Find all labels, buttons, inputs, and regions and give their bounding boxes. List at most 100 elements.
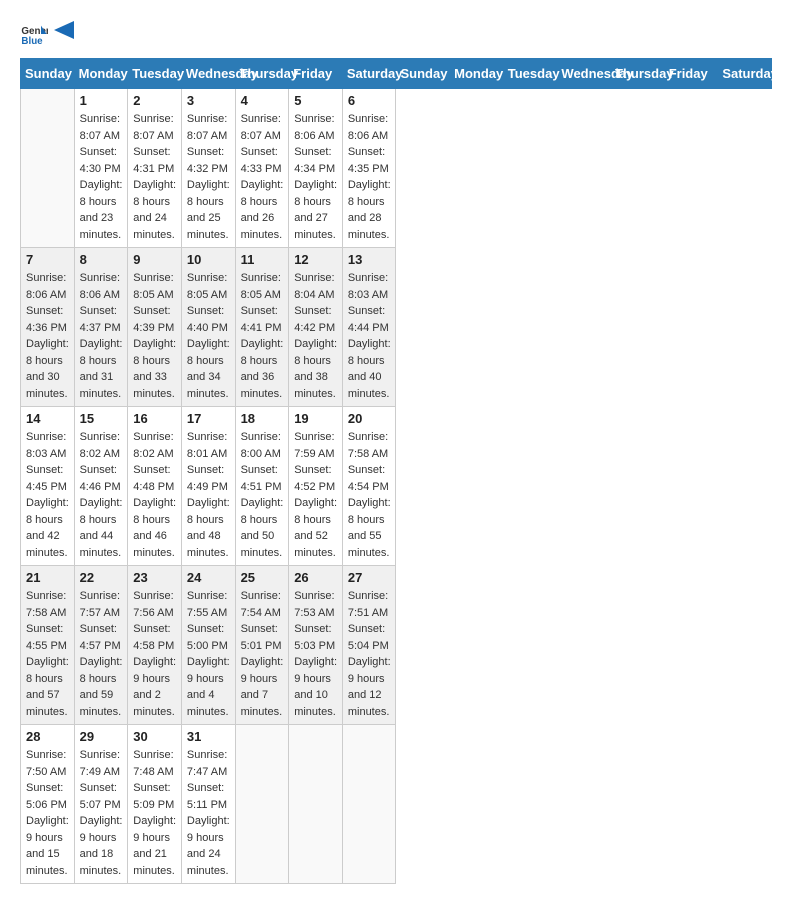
calendar-cell: 7 Sunrise: 8:06 AMSunset: 4:36 PMDaylight… xyxy=(21,248,75,407)
day-info: Sunrise: 7:59 AMSunset: 4:52 PMDaylight:… xyxy=(294,429,337,561)
calendar-cell xyxy=(21,89,75,248)
day-info: Sunrise: 8:04 AMSunset: 4:42 PMDaylight:… xyxy=(294,270,337,402)
day-number: 1 xyxy=(80,93,123,108)
day-info: Sunrise: 7:58 AMSunset: 4:55 PMDaylight:… xyxy=(26,588,69,720)
day-info: Sunrise: 7:56 AMSunset: 4:58 PMDaylight:… xyxy=(133,588,176,720)
calendar-cell: 4 Sunrise: 8:07 AMSunset: 4:33 PMDaylight… xyxy=(235,89,289,248)
calendar-cell: 22 Sunrise: 7:57 AMSunset: 4:57 PMDayligh… xyxy=(74,566,128,725)
calendar-cell: 11 Sunrise: 8:05 AMSunset: 4:41 PMDayligh… xyxy=(235,248,289,407)
day-number: 19 xyxy=(294,411,337,426)
day-number: 27 xyxy=(348,570,391,585)
calendar-cell: 29 Sunrise: 7:49 AMSunset: 5:07 PMDayligh… xyxy=(74,725,128,884)
day-number: 30 xyxy=(133,729,176,744)
week-row-5: 28Sunrise: 7:50 AMSunset: 5:06 PMDayligh… xyxy=(21,725,772,884)
calendar-cell: 28Sunrise: 7:50 AMSunset: 5:06 PMDayligh… xyxy=(21,725,75,884)
day-info: Sunrise: 8:02 AMSunset: 4:48 PMDaylight:… xyxy=(133,429,176,561)
calendar-cell: 25Sunrise: 7:54 AMSunset: 5:01 PMDayligh… xyxy=(235,566,289,725)
day-number: 18 xyxy=(241,411,284,426)
day-number: 12 xyxy=(294,252,337,267)
calendar-cell: 2Sunrise: 8:07 AMSunset: 4:31 PMDaylight… xyxy=(128,89,182,248)
calendar-cell: 19 Sunrise: 7:59 AMSunset: 4:52 PMDayligh… xyxy=(289,407,343,566)
day-number: 29 xyxy=(80,729,123,744)
day-info: Sunrise: 7:55 AMSunset: 5:00 PMDaylight:… xyxy=(187,588,230,720)
day-info: Sunrise: 7:57 AMSunset: 4:57 PMDaylight:… xyxy=(80,588,123,720)
day-info: Sunrise: 8:00 AMSunset: 4:51 PMDaylight:… xyxy=(241,429,284,561)
logo: General Blue xyxy=(20,20,74,48)
header-saturday: Saturday xyxy=(342,59,396,89)
calendar-cell: 13 Sunrise: 8:03 AMSunset: 4:44 PMDayligh… xyxy=(342,248,396,407)
day-info: Sunrise: 8:06 AMSunset: 4:34 PMDaylight:… xyxy=(294,111,337,243)
day-number: 7 xyxy=(26,252,69,267)
logo-icon: General Blue xyxy=(20,20,48,48)
day-number: 26 xyxy=(294,570,337,585)
header-wednesday: Wednesday xyxy=(181,59,235,89)
week-row-1: 1 Sunrise: 8:07 AMSunset: 4:30 PMDaylight… xyxy=(21,89,772,248)
day-info: Sunrise: 8:05 AMSunset: 4:40 PMDaylight:… xyxy=(187,270,230,402)
day-number: 24 xyxy=(187,570,230,585)
weekday-header-tuesday: Tuesday xyxy=(503,59,557,89)
calendar-cell: 16Sunrise: 8:02 AMSunset: 4:48 PMDayligh… xyxy=(128,407,182,566)
week-row-3: 14 Sunrise: 8:03 AMSunset: 4:45 PMDayligh… xyxy=(21,407,772,566)
day-number: 21 xyxy=(26,570,69,585)
day-number: 14 xyxy=(26,411,69,426)
calendar-cell: 26 Sunrise: 7:53 AMSunset: 5:03 PMDayligh… xyxy=(289,566,343,725)
calendar-cell xyxy=(342,725,396,884)
calendar-cell: 27 Sunrise: 7:51 AMSunset: 5:04 PMDayligh… xyxy=(342,566,396,725)
day-info: Sunrise: 7:54 AMSunset: 5:01 PMDaylight:… xyxy=(241,588,284,720)
header-thursday: Thursday xyxy=(235,59,289,89)
day-info: Sunrise: 8:06 AMSunset: 4:37 PMDaylight:… xyxy=(80,270,123,402)
day-info: Sunrise: 8:05 AMSunset: 4:41 PMDaylight:… xyxy=(241,270,284,402)
day-info: Sunrise: 7:53 AMSunset: 5:03 PMDaylight:… xyxy=(294,588,337,720)
calendar-cell: 30Sunrise: 7:48 AMSunset: 5:09 PMDayligh… xyxy=(128,725,182,884)
day-info: Sunrise: 8:03 AMSunset: 4:45 PMDaylight:… xyxy=(26,429,69,561)
day-number: 20 xyxy=(348,411,391,426)
calendar-cell xyxy=(235,725,289,884)
day-number: 17 xyxy=(187,411,230,426)
day-number: 4 xyxy=(241,93,284,108)
header-row: SundayMondayTuesdayWednesdayThursdayFrid… xyxy=(21,59,772,89)
day-info: Sunrise: 8:07 AMSunset: 4:32 PMDaylight:… xyxy=(187,111,230,243)
header: General Blue xyxy=(20,20,772,48)
day-number: 5 xyxy=(294,93,337,108)
day-info: Sunrise: 7:49 AMSunset: 5:07 PMDaylight:… xyxy=(80,747,123,879)
weekday-header-friday: Friday xyxy=(664,59,718,89)
logo-arrow-icon xyxy=(52,19,74,41)
calendar-cell: 15Sunrise: 8:02 AMSunset: 4:46 PMDayligh… xyxy=(74,407,128,566)
day-number: 8 xyxy=(80,252,123,267)
day-number: 11 xyxy=(241,252,284,267)
weekday-header-thursday: Thursday xyxy=(611,59,665,89)
day-number: 13 xyxy=(348,252,391,267)
calendar-cell: 8 Sunrise: 8:06 AMSunset: 4:37 PMDaylight… xyxy=(74,248,128,407)
day-info: Sunrise: 7:51 AMSunset: 5:04 PMDaylight:… xyxy=(348,588,391,720)
day-info: Sunrise: 8:03 AMSunset: 4:44 PMDaylight:… xyxy=(348,270,391,402)
day-number: 10 xyxy=(187,252,230,267)
calendar-body: 1 Sunrise: 8:07 AMSunset: 4:30 PMDaylight… xyxy=(21,89,772,884)
day-number: 2 xyxy=(133,93,176,108)
weekday-header-monday: Monday xyxy=(450,59,504,89)
day-info: Sunrise: 8:06 AMSunset: 4:36 PMDaylight:… xyxy=(26,270,69,402)
calendar-table: SundayMondayTuesdayWednesdayThursdayFrid… xyxy=(20,58,772,884)
day-info: Sunrise: 8:07 AMSunset: 4:33 PMDaylight:… xyxy=(241,111,284,243)
calendar-cell xyxy=(289,725,343,884)
svg-text:Blue: Blue xyxy=(21,36,43,47)
day-number: 22 xyxy=(80,570,123,585)
calendar-cell: 18 Sunrise: 8:00 AMSunset: 4:51 PMDayligh… xyxy=(235,407,289,566)
calendar-cell: 24 Sunrise: 7:55 AMSunset: 5:00 PMDayligh… xyxy=(181,566,235,725)
day-number: 31 xyxy=(187,729,230,744)
day-info: Sunrise: 7:58 AMSunset: 4:54 PMDaylight:… xyxy=(348,429,391,561)
header-monday: Monday xyxy=(74,59,128,89)
day-info: Sunrise: 8:07 AMSunset: 4:30 PMDaylight:… xyxy=(80,111,123,243)
day-number: 23 xyxy=(133,570,176,585)
day-info: Sunrise: 8:05 AMSunset: 4:39 PMDaylight:… xyxy=(133,270,176,402)
weekday-header-sunday: Sunday xyxy=(396,59,450,89)
week-row-4: 21 Sunrise: 7:58 AMSunset: 4:55 PMDayligh… xyxy=(21,566,772,725)
day-number: 9 xyxy=(133,252,176,267)
day-number: 6 xyxy=(348,93,391,108)
calendar-cell: 5 Sunrise: 8:06 AMSunset: 4:34 PMDaylight… xyxy=(289,89,343,248)
day-number: 15 xyxy=(80,411,123,426)
day-number: 3 xyxy=(187,93,230,108)
calendar-cell: 31Sunrise: 7:47 AMSunset: 5:11 PMDayligh… xyxy=(181,725,235,884)
header-tuesday: Tuesday xyxy=(128,59,182,89)
week-row-2: 7 Sunrise: 8:06 AMSunset: 4:36 PMDaylight… xyxy=(21,248,772,407)
calendar-cell: 23 Sunrise: 7:56 AMSunset: 4:58 PMDayligh… xyxy=(128,566,182,725)
